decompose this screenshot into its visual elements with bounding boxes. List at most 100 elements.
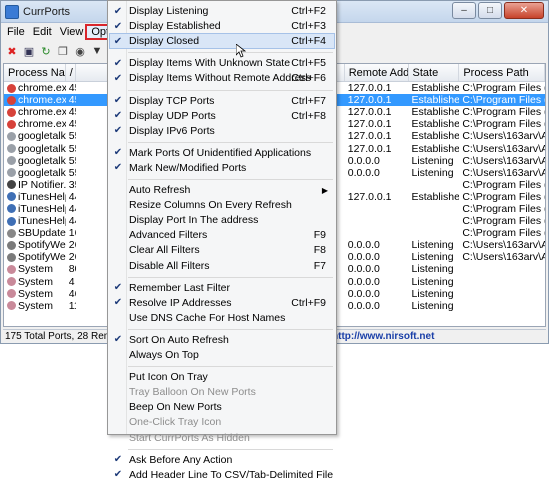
process-path: C:\Program Files (x86)\: [462, 82, 545, 95]
menu-item[interactable]: Beep On New Ports: [110, 400, 334, 414]
menu-item[interactable]: Always On Top: [110, 348, 334, 362]
menu-item[interactable]: ✔ Display TCP Ports Ctrl+F7: [110, 94, 334, 108]
state: Established: [411, 130, 460, 143]
process-name: googletalkplugin.exe: [18, 154, 66, 167]
menu-item[interactable]: Display Port In The address: [110, 213, 334, 227]
filter-icon[interactable]: ▼: [90, 44, 104, 58]
menu-item[interactable]: Advanced Filters F9: [110, 228, 334, 242]
close-button[interactable]: ✕: [504, 2, 544, 19]
process-icon: [7, 240, 16, 250]
maximize-button[interactable]: □: [478, 2, 502, 19]
process-name-cell: googletalkplugin.exe: [4, 130, 66, 142]
checkmark-icon: ✔: [113, 20, 123, 32]
column-process-path[interactable]: Process Path: [459, 64, 545, 81]
menu-item-shortcut: Ctrl+F8: [291, 109, 326, 122]
column-remote-address[interactable]: Remote Address: [345, 64, 409, 81]
column-pid[interactable]: /: [66, 64, 76, 81]
copy-icon[interactable]: ❐: [56, 44, 70, 58]
process-icon: [7, 228, 16, 238]
remote-address: 127.0.0.1: [347, 106, 392, 119]
process-name-cell: System: [4, 276, 66, 288]
checkmark-icon: ✔: [113, 454, 123, 466]
process-id: 55: [68, 166, 76, 179]
remote-address: 0.0.0.0: [347, 251, 380, 264]
process-name-cell: iTunesHelper.exe: [4, 215, 66, 227]
remote-address: 0.0.0.0: [347, 154, 380, 167]
menu-item[interactable]: Auto Refresh ▶: [110, 183, 334, 197]
nirsoft-link[interactable]: http://www.nirsoft.net: [332, 331, 434, 342]
menu-item[interactable]: ✔ Mark New/Modified Ports: [110, 161, 334, 175]
menu-item[interactable]: Resize Columns On Every Refresh: [110, 198, 334, 212]
submenu-arrow-icon: ▶: [321, 185, 328, 195]
process-id: 44: [68, 215, 76, 228]
minimize-button[interactable]: –: [452, 2, 476, 19]
menu-item[interactable]: Clear All Filters F8: [110, 243, 334, 257]
menu-item[interactable]: ✔ Display Items With Unknown State Ctrl+F5: [110, 56, 334, 70]
menu-item[interactable]: ✔ Resolve IP Addresses Ctrl+F9: [110, 296, 334, 310]
menu-item-label: Display Established: [129, 20, 221, 33]
menu-item[interactable]: ✔ Sort On Auto Refresh: [110, 333, 334, 347]
process-icon: [7, 131, 16, 141]
menu-file[interactable]: File: [3, 26, 29, 38]
menu-item[interactable]: Put Icon On Tray: [110, 370, 334, 384]
menu-item[interactable]: ✔ Display Established Ctrl+F3: [110, 19, 334, 33]
process-icon: [7, 264, 16, 274]
process-path: C:\Program Files (x86)\: [462, 202, 545, 215]
remote-address: 127.0.0.1: [347, 142, 392, 155]
process-id: 11: [68, 299, 76, 312]
menu-item[interactable]: ✔ Display Items Without Remote Address Ctr…: [110, 71, 334, 85]
state: Established: [411, 142, 460, 155]
close-ports-icon[interactable]: ✖: [5, 44, 19, 58]
process-path: C:\Users\163arv\AppDa: [462, 130, 545, 143]
properties-icon[interactable]: ◉: [73, 44, 87, 58]
menu-item-label: Always On Top: [129, 349, 199, 361]
menu-edit[interactable]: Edit: [29, 26, 56, 38]
remote-address: 0.0.0.0: [347, 263, 380, 276]
column-process-name[interactable]: Process Name: [4, 64, 66, 81]
process-path: C:\Program Files (x86)\: [462, 106, 545, 119]
menu-item[interactable]: ✔ Display UDP Ports Ctrl+F8: [110, 109, 334, 123]
process-name: SpotifyWebHelper.exe: [18, 239, 66, 252]
process-id: 16: [68, 227, 76, 240]
remote-address: 0.0.0.0: [347, 275, 380, 288]
mouse-cursor-icon: [236, 44, 246, 58]
menu-item-label: Display Items Without Remote Address: [129, 72, 312, 85]
menu-item[interactable]: ✔ Ask Before Any Action: [110, 453, 334, 467]
save-icon[interactable]: ▣: [22, 44, 36, 58]
menu-item[interactable]: Use DNS Cache For Host Names: [110, 311, 334, 325]
menu-item[interactable]: ✔ Display IPv6 Ports: [110, 124, 334, 138]
process-path: C:\Program Files (x86)\: [462, 94, 545, 107]
process-name-cell: chrome.exe: [4, 106, 66, 118]
menu-item[interactable]: ✔ Mark Ports Of Unidentified Applications: [110, 146, 334, 160]
column-state[interactable]: State: [409, 64, 460, 81]
state: Listening: [411, 239, 454, 252]
menu-item-label: Use DNS Cache For Host Names: [129, 311, 286, 324]
process-name-cell: System: [4, 263, 66, 275]
process-icon: [7, 144, 16, 154]
process-name-cell: IP Notifier.exe: [4, 179, 66, 191]
remote-address: 0.0.0.0: [347, 299, 380, 312]
menu-view[interactable]: View: [56, 26, 88, 38]
menu-separator: [128, 328, 333, 330]
menu-item-shortcut: Ctrl+F3: [291, 20, 326, 33]
menu-item-shortcut: Ctrl+F5: [291, 57, 326, 70]
menu-separator: [128, 52, 333, 54]
process-icon: [7, 180, 16, 190]
menu-item-label: Display TCP Ports: [129, 94, 215, 107]
menu-item[interactable]: ✔ Display Listening Ctrl+F2: [110, 4, 334, 18]
menu-item[interactable]: ✔ Display Closed Ctrl+F4: [109, 33, 335, 50]
refresh-icon[interactable]: ↻: [39, 44, 53, 58]
state: Listening: [411, 251, 454, 264]
menu-item[interactable]: ✔ Add Header Line To CSV/Tab-Delimited Fi…: [110, 468, 334, 482]
process-name-cell: chrome.exe: [4, 118, 66, 130]
menu-item-label: Display Port In The address: [129, 214, 259, 227]
checkmark-icon: ✔: [113, 334, 123, 346]
menu-item-label: Display Closed: [129, 35, 200, 48]
process-name: googletalkplugin.exe: [18, 166, 66, 179]
menu-item-label: Resize Columns On Every Refresh: [129, 199, 292, 212]
process-path: C:\Program Files (x86)\: [462, 190, 545, 203]
process-icon: [7, 277, 16, 287]
menu-item[interactable]: Disable All Filters F7: [110, 259, 334, 273]
menu-item[interactable]: ✔ Remember Last Filter: [110, 281, 334, 295]
process-name: chrome.exe: [18, 82, 66, 95]
